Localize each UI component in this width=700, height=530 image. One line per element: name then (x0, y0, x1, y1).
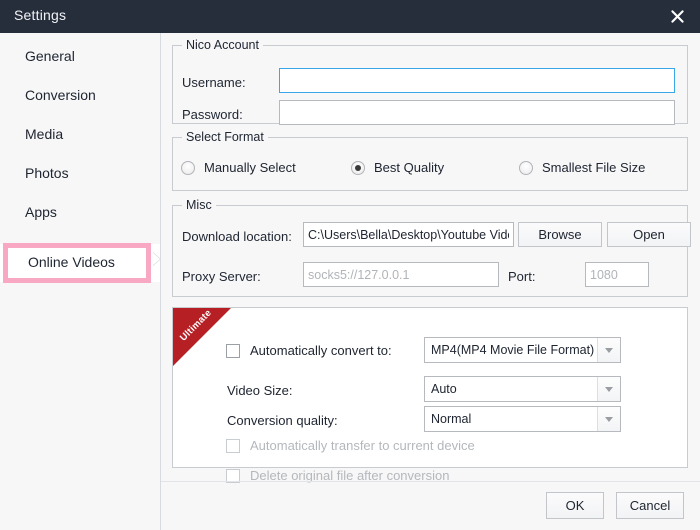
radio-label: Best Quality (374, 160, 445, 175)
open-button[interactable]: Open (607, 222, 691, 247)
ok-button-label: OK (565, 498, 585, 513)
proxy-server-label: Proxy Server: (182, 269, 261, 284)
sidebar-item-label: Photos (25, 165, 69, 181)
cancel-button[interactable]: Cancel (616, 492, 684, 519)
conversion-quality-label: Conversion quality: (227, 413, 338, 428)
username-label: Username: (182, 75, 246, 90)
radio-indicator (519, 160, 533, 175)
radio-indicator (181, 160, 195, 175)
sidebar-item-apps[interactable]: Apps (0, 193, 160, 231)
auto-convert-label: Automatically convert to: (250, 343, 392, 358)
auto-transfer-label: Automatically transfer to current device (250, 438, 475, 453)
radio-indicator (351, 160, 365, 175)
sidebar-item-media[interactable]: Media (0, 115, 160, 153)
ok-button[interactable]: OK (546, 492, 604, 519)
radio-smallest-file-size[interactable]: Smallest File Size (519, 160, 645, 175)
sidebar-item-label: Apps (25, 204, 57, 220)
browse-button[interactable]: Browse (518, 222, 602, 247)
nico-account-group-title: Nico Account (182, 38, 263, 52)
download-location-label: Download location: (182, 229, 292, 244)
settings-window: Settings General Conversion Media Photos… (0, 0, 700, 530)
sidebar-item-label: Media (25, 126, 64, 142)
sidebar-selection-chevron-icon (152, 252, 160, 266)
auto-convert-checkbox[interactable]: Automatically convert to: (226, 343, 392, 358)
password-input[interactable] (279, 100, 675, 125)
port-label: Port: (508, 269, 536, 284)
ribbon-triangle (173, 308, 231, 366)
radio-label: Smallest File Size (542, 160, 646, 175)
sidebar: General Conversion Media Photos Apps Inf… (0, 33, 161, 530)
radio-label: Manually Select (204, 160, 296, 175)
browse-button-label: Browse (538, 227, 582, 242)
sidebar-item-general[interactable]: General (0, 37, 160, 75)
ribbon-label: Ultimate (178, 308, 214, 344)
conversion-quality-combobox-value: Normal (431, 412, 472, 426)
conversion-quality-combobox[interactable]: Normal (424, 406, 621, 432)
footer-separator (161, 481, 700, 482)
video-size-combobox-value: Auto (431, 382, 457, 396)
checkbox-indicator (226, 343, 240, 358)
title-bar: Settings (0, 0, 700, 33)
video-size-label: Video Size: (227, 383, 293, 398)
video-size-combobox[interactable]: Auto (424, 376, 621, 402)
port-input[interactable] (585, 262, 649, 287)
select-format-group-title: Select Format (182, 130, 268, 144)
password-label: Password: (182, 107, 243, 122)
username-input[interactable] (279, 68, 675, 93)
sidebar-item-conversion[interactable]: Conversion (0, 76, 160, 114)
proxy-server-input[interactable] (303, 262, 499, 287)
download-location-input[interactable] (303, 222, 514, 247)
main-panel: Nico Account Username: Password: Select … (161, 33, 700, 530)
sidebar-item-online-videos-label: Online Videos (28, 254, 115, 270)
auto-transfer-checkbox[interactable]: Automatically transfer to current device (226, 438, 475, 453)
radio-manually-select[interactable]: Manually Select (181, 160, 296, 175)
sidebar-item-label: Conversion (25, 87, 96, 103)
radio-best-quality[interactable]: Best Quality (351, 160, 444, 175)
sidebar-item-label: General (25, 48, 75, 64)
format-combobox[interactable]: MP4(MP4 Movie File Format) (424, 337, 621, 363)
ultimate-ribbon-badge: Ultimate (173, 308, 231, 366)
sidebar-item-photos[interactable]: Photos (0, 154, 160, 192)
format-combobox-value: MP4(MP4 Movie File Format) (431, 343, 595, 357)
checkbox-indicator (226, 438, 240, 453)
cancel-button-label: Cancel (629, 498, 671, 513)
chevron-down-icon[interactable] (597, 338, 620, 362)
close-icon[interactable] (654, 0, 700, 33)
chevron-down-icon[interactable] (597, 377, 620, 401)
window-title: Settings (14, 7, 67, 23)
open-button-label: Open (633, 227, 665, 242)
misc-group-title: Misc (182, 198, 216, 212)
chevron-down-icon[interactable] (597, 407, 620, 431)
